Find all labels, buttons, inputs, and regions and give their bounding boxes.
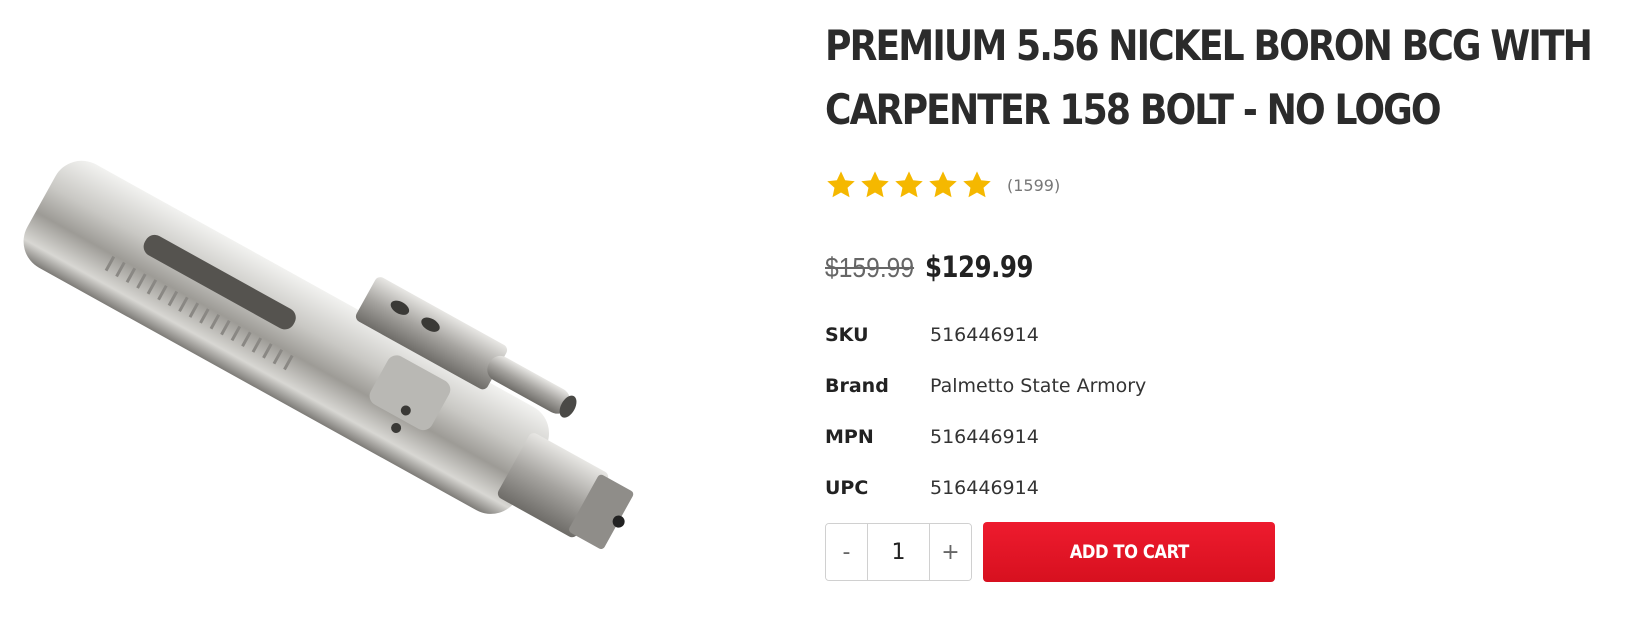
- original-price: $159.99: [825, 252, 915, 283]
- spec-label: MPN: [825, 425, 874, 448]
- spec-table: SKU 516446914 Brand Palmetto State Armor…: [825, 309, 1425, 513]
- spec-row-upc: UPC 516446914: [825, 462, 1425, 513]
- increment-button[interactable]: +: [930, 524, 971, 580]
- star-icon: [827, 171, 855, 198]
- spec-row-mpn: MPN 516446914: [825, 411, 1425, 462]
- rating-row[interactable]: (1599): [825, 169, 1060, 201]
- product-info: PREMIUM 5.56 NICKEL BORON BCG WITH CARPE…: [825, 14, 1615, 582]
- price-row: $159.99 $129.99: [825, 250, 1054, 284]
- spec-row-brand: Brand Palmetto State Armory: [825, 360, 1425, 411]
- star-icon: [861, 171, 889, 198]
- spec-value: 516446914: [930, 476, 1039, 499]
- star-icon: [895, 171, 923, 198]
- decrement-button[interactable]: -: [826, 524, 867, 580]
- star-rating: [825, 169, 993, 201]
- product-image[interactable]: [10, 110, 750, 610]
- quantity-input[interactable]: [867, 524, 930, 580]
- spec-label: Brand: [825, 374, 889, 397]
- spec-row-sku: SKU 516446914: [825, 309, 1425, 360]
- star-icon: [963, 171, 991, 198]
- spec-value: Palmetto State Armory: [930, 374, 1147, 397]
- sale-price: $129.99: [925, 250, 1034, 284]
- spec-label: SKU: [825, 323, 869, 346]
- add-to-cart-button[interactable]: ADD TO CART: [983, 522, 1275, 582]
- product-title: PREMIUM 5.56 NICKEL BORON BCG WITH CARPE…: [825, 21, 1593, 134]
- spec-value: 516446914: [930, 425, 1039, 448]
- quantity-stepper: - +: [825, 523, 972, 581]
- spec-value: 516446914: [930, 323, 1039, 346]
- add-to-cart-label: ADD TO CART: [1069, 541, 1189, 563]
- star-icon: [929, 171, 957, 198]
- add-to-cart-row: - + ADD TO CART: [825, 522, 1275, 582]
- bolt-carrier-group-image: [23, 160, 634, 550]
- review-count[interactable]: (1599): [1007, 176, 1060, 195]
- spec-label: UPC: [825, 476, 869, 499]
